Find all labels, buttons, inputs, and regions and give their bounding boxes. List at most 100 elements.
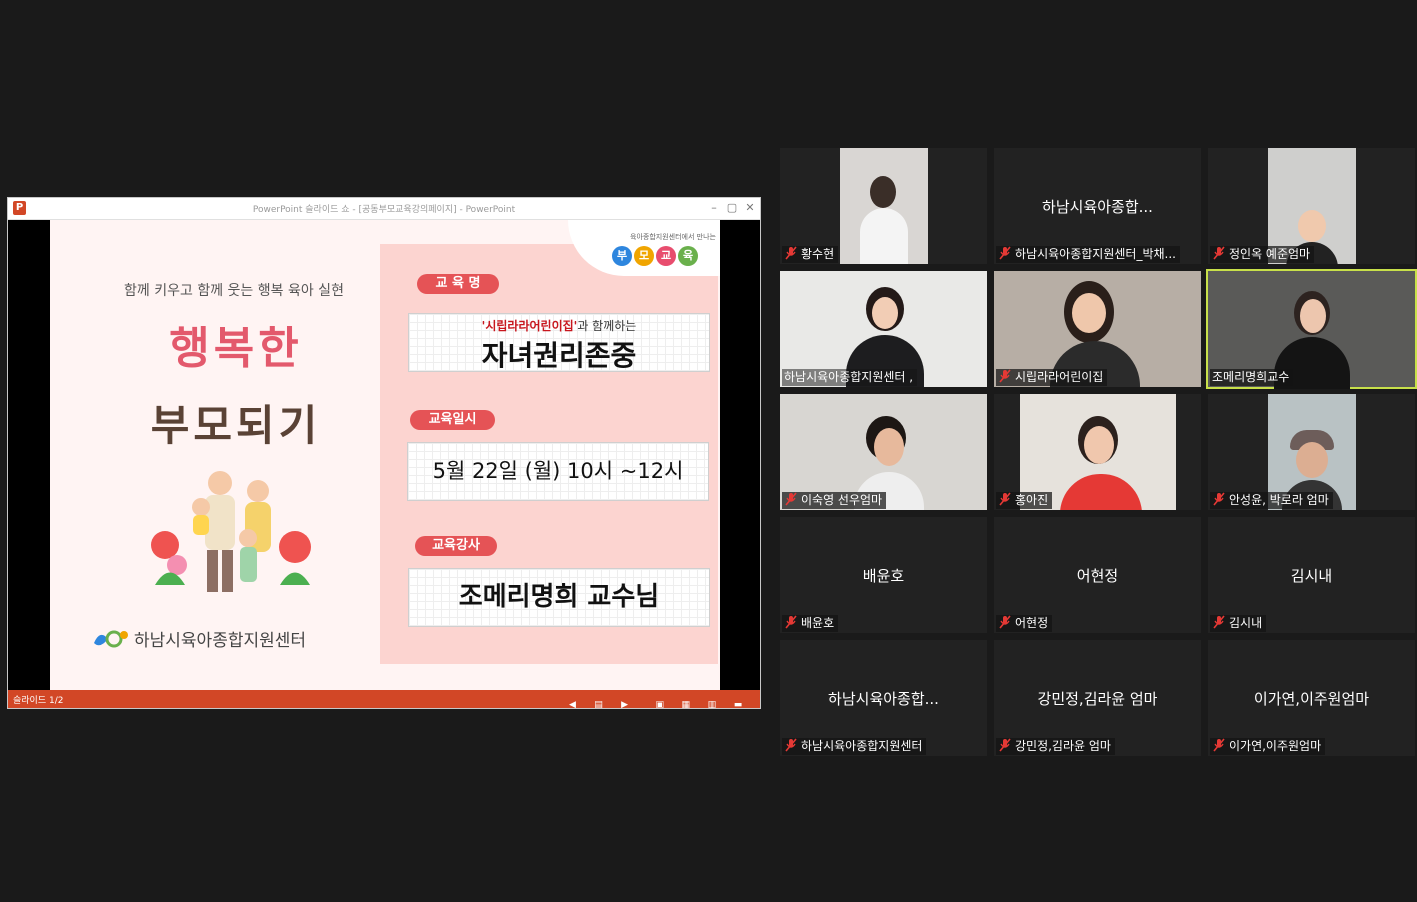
participant-tile[interactable]: 강민정,김라윤 엄마 강민정,김라윤 엄마 [994,640,1201,756]
participant-name: 김시내 [1210,615,1267,632]
program-subtitle: '시립라라어린이집'과 함께하는 [409,317,709,334]
participant-head [1072,293,1106,333]
participant-head [1296,442,1328,478]
participant-head [872,297,898,329]
participant-center-name: 이가연,이주원엄마 [1253,690,1370,708]
label-date: 교육일시 [410,410,495,430]
badge-char: 교 [656,246,676,266]
badge-subtitle: 육아종합지원센터에서 만나는 [630,233,716,241]
participant-tile[interactable]: 어현정 어현정 [994,517,1201,633]
participant-head [1300,299,1326,333]
normal-view-icon[interactable]: ▣ [654,699,666,711]
close-icon[interactable]: ✕ [741,200,759,216]
participant-name: 이가연,이주원엄마 [1210,738,1326,755]
slideshow-controls: ◀ ▤ ▶ ▣ ▦ ▥ ▬ [557,692,744,711]
next-slide-icon[interactable]: ▶ [619,699,631,711]
participant-body [1060,474,1142,510]
slide-title-line2: 부모되기 [150,401,322,450]
participant-tile[interactable]: 황수현 [780,148,987,264]
participant-name: 배윤호 [782,615,839,632]
slide-title-line1: 행복한 [169,323,303,374]
badge-title: 부모교육 [612,244,700,266]
participant-tile[interactable]: 홍아진 [994,394,1201,510]
slide-notes-icon[interactable]: ▤ [593,699,605,711]
date-box: 5월 22일 (월) 10시 ~12시 [407,442,709,501]
participant-tile[interactable]: 이숙영 선우엄마 [780,394,987,510]
participant-tile[interactable]: 김시내 김시내 [1208,517,1415,633]
participant-name: 하남시육아종합지원센터_박채... [996,246,1180,263]
participant-name: 이숙영 선우엄마 [782,492,887,509]
previous-slide-icon[interactable]: ◀ [566,699,578,711]
family-illustration [151,471,311,592]
ppt-titlebar[interactable]: P PowerPoint 슬라이드 쇼 - [공동부모교육강의페이지] - Po… [8,198,760,220]
center-logo-mark-icon [94,630,128,647]
lecturer-box: 조메리명희 교수님 [408,568,710,627]
participant-head [870,176,896,208]
participant-tile[interactable]: 하남시육아종합지원센터 , [780,271,987,387]
participant-tile[interactable]: 이가연,이주원엄마 이가연,이주원엄마 [1208,640,1415,756]
participant-body [860,208,908,264]
program-sub-rest: 과 함께하는 [577,319,637,333]
slide-sorter-icon[interactable]: ▦ [680,699,692,711]
muted-mic-icon [999,492,1011,506]
badge-char: 부 [612,246,632,266]
participant-video [840,148,928,264]
muted-mic-icon [999,369,1011,383]
participant-center-name: 하남시육아종합... [1042,198,1153,216]
lecturer-name: 조메리명희 교수님 [458,582,660,612]
participant-center-name: 배윤호 [862,567,905,585]
program-box: '시립라라어린이집'과 함께하는 자녀권리존중 [408,313,710,372]
minimize-icon[interactable]: – [705,200,723,216]
participant-name: 어현정 [996,615,1053,632]
badge-char: 모 [634,246,654,266]
participant-center-name: 어현정 [1076,567,1119,585]
muted-mic-icon [785,246,797,260]
muted-mic-icon [999,615,1011,629]
participant-name: 홍아진 [996,492,1053,509]
participant-name: 하남시육아종합지원센터 [782,738,927,755]
participant-name: 강민정,김라윤 엄마 [996,738,1115,755]
center-name: 하남시육아종합지원센터 [134,631,307,651]
participant-name: 황수현 [782,246,839,263]
participant-name: 안성윤, 박로라 엄마 [1210,492,1333,509]
muted-mic-icon [1213,246,1225,260]
participant-tile[interactable]: 시립라라어린이집 [994,271,1201,387]
date-text: 5월 22일 (월) 10시 ~12시 [432,459,684,483]
center-logo: 하남시육아종합지원센터 [90,626,306,651]
muted-mic-icon [999,246,1011,260]
participant-tile[interactable]: 하남시육아종합... 하남시육아종합지원센터 [780,640,987,756]
label-program-name: 교 육 명 [417,274,499,294]
participant-name: 하남시육아종합지원센터 , [782,369,918,386]
participant-tile[interactable]: 정인옥 예준엄마 [1208,148,1415,264]
slide-canvas[interactable]: 육아종합지원센터에서 만나는 부모교육 함께 키우고 함께 웃는 행복 육아 실… [50,220,720,690]
slide-counter: 슬라이드 1/2 [13,696,64,706]
participant-tile[interactable]: 하남시육아종합... 하남시육아종합지원센터_박채... [994,148,1201,264]
slideshow-statusbar: 슬라이드 1/2 ◀ ▤ ▶ ▣ ▦ ▥ ▬ [8,690,760,711]
muted-mic-icon [785,738,797,752]
label-lecturer: 교육강사 [415,536,497,556]
maximize-icon[interactable]: ▢ [723,200,741,216]
program-title: 자녀권리존중 [481,339,637,372]
participant-name: 정인옥 예준엄마 [1210,246,1315,263]
muted-mic-icon [1213,738,1225,752]
muted-mic-icon [785,615,797,629]
participant-name: 시립라라어린이집 [996,369,1108,386]
window-title: PowerPoint 슬라이드 쇼 - [공동부모교육강의페이지] - Powe… [252,205,516,215]
slideshow-view-icon[interactable]: ▬ [732,699,744,711]
participant-center-name: 김시내 [1290,567,1333,585]
muted-mic-icon [999,738,1011,752]
muted-mic-icon [1213,492,1225,506]
reading-view-icon[interactable]: ▥ [706,699,718,711]
participant-center-name: 강민정,김라윤 엄마 [1037,690,1158,708]
slide-slogan: 함께 키우고 함께 웃는 행복 육아 실현 [124,283,344,299]
participant-head [1084,426,1114,464]
muted-mic-icon [785,492,797,506]
participant-head [874,428,904,466]
participant-tile-active-speaker[interactable]: 조메리명희교수 [1206,269,1417,389]
powerpoint-window[interactable]: P PowerPoint 슬라이드 쇼 - [공동부모교육강의페이지] - Po… [7,197,761,711]
participant-tile[interactable]: 배윤호 배윤호 [780,517,987,633]
participant-head [1298,210,1326,242]
muted-mic-icon [1213,615,1225,629]
program-partner: '시립라라어린이집' [481,319,578,333]
participant-tile[interactable]: 안성윤, 박로라 엄마 [1208,394,1415,510]
